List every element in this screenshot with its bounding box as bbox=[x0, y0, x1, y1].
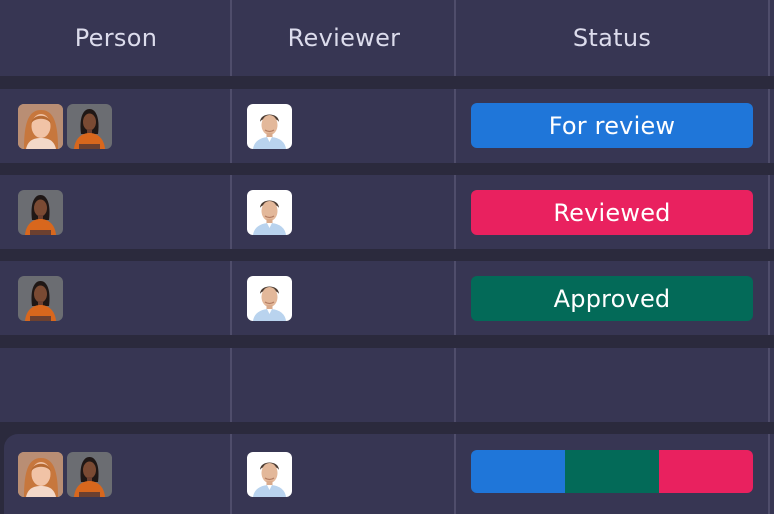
person-avatar-icon[interactable] bbox=[18, 276, 63, 321]
column-divider bbox=[230, 89, 232, 163]
status-summary-segment bbox=[564, 450, 660, 493]
status-label[interactable]: Approved bbox=[471, 276, 753, 321]
column-divider bbox=[230, 348, 232, 422]
column-divider bbox=[768, 0, 770, 76]
table-header: Person Reviewer Status bbox=[0, 0, 774, 76]
person-avatar-icon[interactable] bbox=[67, 104, 112, 149]
empty-row[interactable] bbox=[0, 348, 774, 422]
person-avatar-icon bbox=[18, 452, 63, 497]
column-divider bbox=[230, 261, 232, 335]
column-divider bbox=[454, 175, 456, 249]
column-divider bbox=[768, 434, 770, 514]
column-divider bbox=[454, 0, 456, 76]
reviewer-cell[interactable] bbox=[247, 261, 292, 335]
reviewer-cell[interactable] bbox=[247, 175, 292, 249]
column-divider bbox=[230, 175, 232, 249]
summary-reviewer-cell bbox=[247, 434, 292, 514]
column-divider bbox=[768, 89, 770, 163]
person-avatar-icon[interactable] bbox=[18, 104, 63, 149]
status-summary-segment bbox=[471, 450, 565, 493]
column-divider bbox=[454, 434, 456, 514]
status-summary-segment bbox=[659, 450, 753, 493]
reviewer-avatar-icon[interactable] bbox=[247, 276, 292, 321]
reviewer-cell[interactable] bbox=[247, 89, 292, 163]
table-row[interactable]: Approved bbox=[0, 261, 774, 335]
status-label[interactable]: For review bbox=[471, 103, 753, 148]
column-header-reviewer[interactable]: Reviewer bbox=[232, 0, 456, 76]
person-cell[interactable] bbox=[18, 89, 112, 163]
table-row[interactable]: For review bbox=[0, 89, 774, 163]
column-header-person[interactable]: Person bbox=[0, 0, 232, 76]
column-divider bbox=[768, 175, 770, 249]
column-divider bbox=[230, 434, 232, 514]
status-summary-bar[interactable] bbox=[471, 450, 753, 493]
person-cell[interactable] bbox=[18, 261, 63, 335]
board-table: Person Reviewer Status For review Review… bbox=[0, 0, 774, 514]
reviewer-avatar-icon[interactable] bbox=[247, 104, 292, 149]
table-row[interactable]: Reviewed bbox=[0, 175, 774, 249]
reviewer-avatar-icon bbox=[247, 452, 292, 497]
column-divider bbox=[454, 348, 456, 422]
column-divider bbox=[230, 0, 232, 76]
column-divider bbox=[454, 261, 456, 335]
reviewer-avatar-icon[interactable] bbox=[247, 190, 292, 235]
column-divider bbox=[768, 261, 770, 335]
column-header-status[interactable]: Status bbox=[456, 0, 768, 76]
column-divider bbox=[768, 348, 770, 422]
person-avatar-icon bbox=[67, 452, 112, 497]
summary-person-cell bbox=[18, 434, 112, 514]
person-avatar-icon[interactable] bbox=[18, 190, 63, 235]
person-cell[interactable] bbox=[18, 175, 63, 249]
column-divider bbox=[454, 89, 456, 163]
status-label[interactable]: Reviewed bbox=[471, 190, 753, 235]
